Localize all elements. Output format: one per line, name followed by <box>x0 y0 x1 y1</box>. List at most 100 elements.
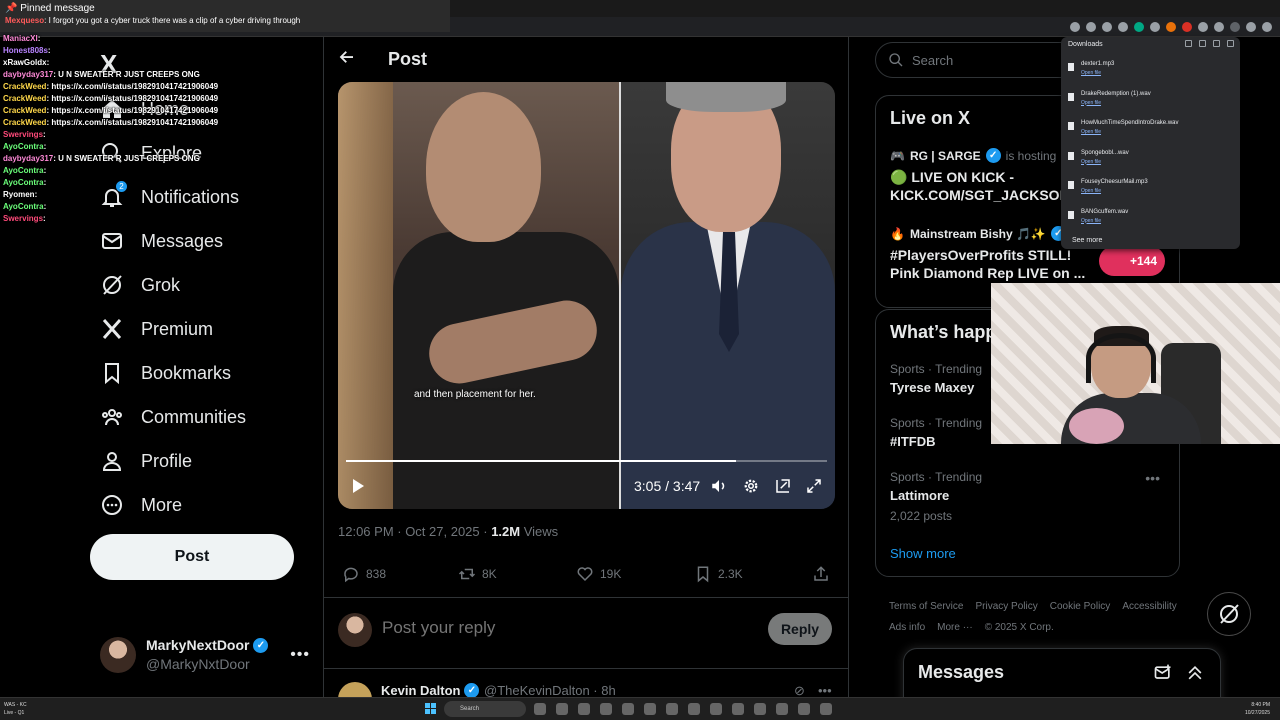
app-icon[interactable] <box>622 703 634 715</box>
chat-username[interactable]: xRawGoldx <box>3 58 47 67</box>
show-more-link[interactable]: Show more <box>890 546 956 561</box>
expand-up-icon[interactable] <box>1185 663 1205 683</box>
app-icon[interactable] <box>732 703 744 715</box>
chat-username[interactable]: CrackWeed <box>3 118 46 127</box>
puzzle-icon[interactable] <box>1214 22 1224 32</box>
chat-username[interactable]: AyoContra <box>3 142 44 151</box>
nav-messages[interactable]: Messages <box>100 219 223 263</box>
app-icon[interactable] <box>798 703 810 715</box>
extension-icon[interactable] <box>1198 22 1208 32</box>
grok-floating-button[interactable] <box>1207 592 1251 636</box>
more-dots-icon[interactable]: ••• <box>818 683 832 698</box>
footer-link[interactable]: Privacy Policy <box>975 596 1037 617</box>
chat-username[interactable]: daybyday317 <box>3 154 53 163</box>
play-icon[interactable] <box>350 478 366 494</box>
chat-username[interactable]: Ryomen <box>3 190 35 199</box>
extension-icon[interactable] <box>1166 22 1176 32</box>
more-dots-icon[interactable]: ••• <box>1145 470 1160 486</box>
chat-username[interactable]: ManiacXI <box>3 34 38 43</box>
profile-avatar-icon[interactable] <box>1246 22 1256 32</box>
translate-icon[interactable] <box>1102 22 1112 32</box>
nav-profile[interactable]: Profile <box>100 439 192 483</box>
app-icon[interactable] <box>820 703 832 715</box>
download-item[interactable]: Spongebobl...wav Open file <box>1068 150 1233 174</box>
windows-start-icon[interactable] <box>425 703 436 714</box>
live-listener-count[interactable]: +144 <box>1099 246 1165 276</box>
chat-username[interactable]: AyoContra <box>3 202 44 211</box>
share-icon[interactable] <box>1086 22 1096 32</box>
fullscreen-icon[interactable] <box>805 477 823 495</box>
post-compose-button[interactable]: Post <box>90 534 294 580</box>
nav-bookmarks[interactable]: Bookmarks <box>100 351 231 395</box>
nav-communities[interactable]: Communities <box>100 395 246 439</box>
share-action[interactable] <box>812 565 830 583</box>
footer-link[interactable]: Terms of Service <box>889 596 963 617</box>
app-icon[interactable] <box>600 703 612 715</box>
footer-link[interactable]: Accessibility <box>1122 596 1176 617</box>
footer-link[interactable]: © 2025 X Corp. <box>985 617 1054 638</box>
app-icon[interactable] <box>688 703 700 715</box>
like-action[interactable]: 19K <box>576 565 621 583</box>
trend-item[interactable]: Sports · Trending Lattimore 2,022 posts … <box>890 470 1170 523</box>
reply-author-name[interactable]: Kevin Dalton ✓ <box>381 683 480 698</box>
video-progress-bar[interactable] <box>346 460 827 462</box>
nav-grok[interactable]: Grok <box>100 263 180 307</box>
more-dots-icon[interactable] <box>1213 40 1220 47</box>
download-item[interactable]: DrakeRedemption (1).wav Open file <box>1068 91 1233 115</box>
open-file-link[interactable]: Open file <box>1081 188 1101 194</box>
video-player[interactable]: and then placement for her. 3:05 / 3:47 <box>338 82 835 509</box>
app-icon[interactable] <box>556 703 568 715</box>
app-icon[interactable] <box>776 703 788 715</box>
downloads-see-more-link[interactable]: See more <box>1072 237 1102 244</box>
extension-icon[interactable] <box>1182 22 1192 32</box>
open-file-link[interactable]: Open file <box>1081 218 1101 224</box>
nav-premium[interactable]: Premium <box>100 307 213 351</box>
chat-username[interactable]: Swervings <box>3 130 43 139</box>
back-arrow-icon[interactable] <box>338 48 360 71</box>
search-icon[interactable] <box>1199 40 1206 47</box>
extension-icon[interactable] <box>1134 22 1144 32</box>
app-icon[interactable] <box>710 703 722 715</box>
reply-action[interactable]: 838 <box>342 565 386 583</box>
app-icon[interactable] <box>578 703 590 715</box>
menu-icon[interactable] <box>1262 22 1272 32</box>
repost-action[interactable]: 8K <box>458 565 497 583</box>
app-icon[interactable] <box>534 703 546 715</box>
app-icon[interactable] <box>644 703 656 715</box>
pin-icon[interactable] <box>1227 40 1234 47</box>
zoom-icon[interactable] <box>1070 22 1080 32</box>
chat-username[interactable]: daybyday317 <box>3 70 53 79</box>
app-icon[interactable] <box>754 703 766 715</box>
more-dots-icon[interactable]: ••• <box>290 646 310 664</box>
open-file-link[interactable]: Open file <box>1081 100 1101 106</box>
chat-username[interactable]: Honest808s <box>3 46 48 55</box>
taskbar-score-widget[interactable]: WAS - KC Live - Q1 <box>4 701 27 717</box>
account-switcher[interactable]: MarkyNextDoor ✓ @MarkyNxtDoor ••• <box>100 635 310 675</box>
picture-in-picture-icon[interactable] <box>774 477 792 495</box>
download-item[interactable]: dexter1.mp3 Open file <box>1068 61 1233 85</box>
open-file-link[interactable]: Open file <box>1081 159 1101 165</box>
reply-button[interactable]: Reply <box>768 613 832 645</box>
chat-username[interactable]: CrackWeed <box>3 82 46 91</box>
open-file-link[interactable]: Open file <box>1081 70 1101 76</box>
chat-username[interactable]: CrackWeed <box>3 106 46 115</box>
bookmark-star-icon[interactable] <box>1118 22 1128 32</box>
folder-icon[interactable] <box>1185 40 1192 47</box>
volume-icon[interactable] <box>710 477 728 495</box>
extension-icon[interactable] <box>1150 22 1160 32</box>
download-item[interactable]: BANGcuffem.wav Open file <box>1068 209 1233 233</box>
nav-more[interactable]: More <box>100 483 182 527</box>
download-icon[interactable] <box>1230 22 1240 32</box>
open-file-link[interactable]: Open file <box>1081 129 1101 135</box>
download-item[interactable]: FouseyCheesurMail.mp3 Open file <box>1068 179 1233 203</box>
app-icon[interactable] <box>666 703 678 715</box>
chat-username[interactable]: AyoContra <box>3 178 44 187</box>
new-message-icon[interactable] <box>1153 663 1173 683</box>
chat-username[interactable]: CrackWeed <box>3 94 46 103</box>
bookmark-action[interactable]: 2.3K <box>694 565 743 583</box>
chat-username[interactable]: AyoContra <box>3 166 44 175</box>
post-timestamp[interactable]: 12:06 PM · Oct 27, 2025 · <box>338 524 491 539</box>
footer-link[interactable]: More ··· <box>937 617 973 638</box>
taskbar-clock[interactable]: 8:40 PM 10/27/2025 <box>1245 701 1270 717</box>
settings-gear-icon[interactable] <box>742 477 760 495</box>
